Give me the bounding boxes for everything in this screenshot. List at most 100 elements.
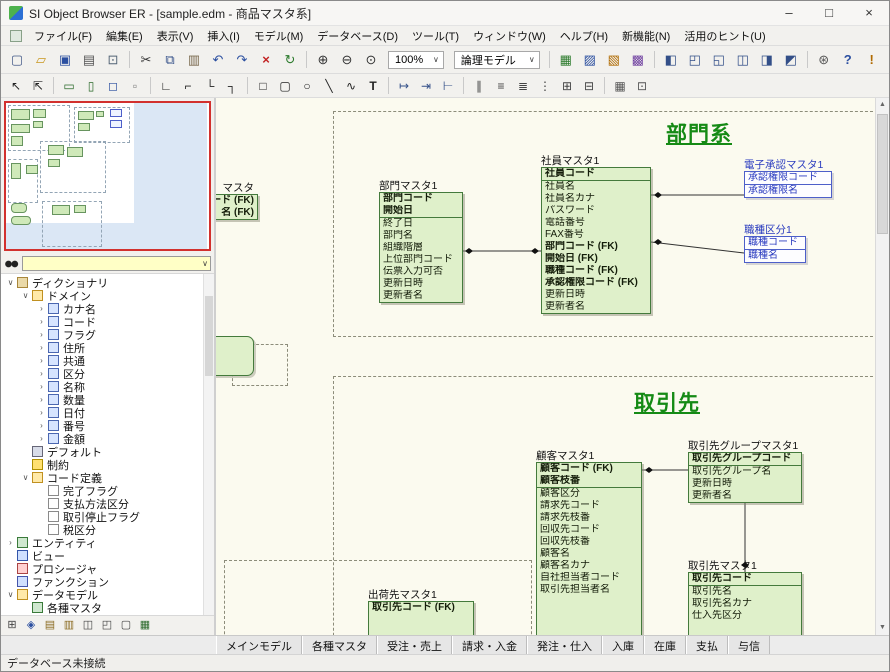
undo-icon[interactable]: ↶ [207, 49, 229, 71]
scroll-up-arrow[interactable]: ▲ [876, 98, 889, 112]
menu-item[interactable]: ウィンドウ(W) [466, 28, 553, 44]
dictionary-panel-icon[interactable]: ▤ [41, 617, 59, 634]
tile-windows-icon[interactable]: ◱ [708, 49, 730, 71]
identifying-relation-tool[interactable]: ⌐ [178, 76, 198, 96]
hint-icon[interactable]: ! [861, 49, 883, 71]
sheet-tab[interactable]: 受注・売上 [377, 636, 452, 654]
window-panel-icon[interactable]: ◰ [98, 617, 116, 634]
menu-item[interactable]: 挿入(I) [200, 28, 246, 44]
tree-item[interactable]: › 日付 [1, 406, 214, 419]
search-combobox[interactable]: ∨ [22, 256, 211, 271]
scroll-thumb[interactable] [877, 114, 888, 234]
diagram-canvas[interactable]: 部門系取引先 部門マスタ1 部門コード開始日終了日部門名組織階層上位部門コード伝… [216, 98, 875, 635]
document-icon[interactable]: ▢ [885, 49, 890, 71]
menu-item[interactable]: ヘルプ(H) [553, 28, 615, 44]
refresh-icon[interactable]: ↻ [279, 49, 301, 71]
copy-icon[interactable]: ⧉ [159, 49, 181, 71]
tree-expander-icon[interactable]: › [36, 330, 47, 339]
cardinality-icon[interactable]: ⊢ [438, 76, 458, 96]
sheet-tab[interactable]: 発注・仕入 [527, 636, 602, 654]
tree-expander-icon[interactable]: › [36, 356, 47, 365]
section-title[interactable]: 取引先 [634, 387, 700, 417]
pan-tool[interactable]: ⇱ [28, 76, 48, 96]
many-to-many-relation-tool[interactable]: ┐ [222, 76, 242, 96]
sheet-tab[interactable]: メインモデル [216, 636, 302, 654]
group-tool[interactable]: ▫ [125, 76, 145, 96]
model-panel-icon[interactable]: ◫ [79, 617, 97, 634]
tree-item[interactable]: › 番号 [1, 419, 214, 432]
overview-navigator[interactable] [4, 101, 211, 251]
tree-expander-icon[interactable]: › [36, 395, 47, 404]
tree-item[interactable]: › 住所 [1, 341, 214, 354]
logical-model-select[interactable]: 論理モデル ∨ [454, 51, 540, 69]
tree-expander-icon[interactable]: › [36, 408, 47, 417]
tree-expander-icon[interactable]: › [36, 382, 47, 391]
tree-item[interactable]: › 数量 [1, 393, 214, 406]
print-preview-icon[interactable]: ⊡ [102, 49, 124, 71]
delete-icon[interactable]: × [255, 49, 277, 71]
rounded-shape[interactable] [216, 336, 254, 376]
menu-item[interactable]: モデル(M) [247, 28, 311, 44]
menu-item[interactable]: 編集(E) [99, 28, 150, 44]
tree-expander-icon[interactable]: › [36, 434, 47, 443]
entity[interactable]: 社員マスタ1 社員コード社員名社員名カナパスワード電話番号FAX番号部門コード … [541, 156, 651, 314]
entity[interactable]: 顧客マスタ1 顧客コード (FK)顧客枝番顧客区分請求先コード請求先枝番回収先コ… [536, 451, 642, 635]
relation-matrix-icon[interactable]: ▩ [627, 49, 649, 71]
grid-icon[interactable]: ▦ [610, 76, 630, 96]
entity[interactable]: マスタ コード (FK)名 (FK) [216, 183, 258, 220]
distribute-vertical-icon[interactable]: ⋮ [535, 76, 555, 96]
polyline-tool[interactable]: ∿ [341, 76, 361, 96]
menu-item[interactable]: ファイル(F) [27, 28, 99, 44]
tree-item[interactable]: › 区分 [1, 367, 214, 380]
entity[interactable]: 出荷先マスタ1 取引先コード (FK) [368, 590, 474, 635]
align-top-icon[interactable]: ≡ [491, 76, 511, 96]
tree-item[interactable]: › コード [1, 315, 214, 328]
open-folder-icon[interactable]: ▱ [30, 49, 52, 71]
tree-item[interactable]: › 金額 [1, 432, 214, 445]
sheet-tab[interactable]: 各種マスタ [302, 636, 377, 654]
zoom-actual-icon[interactable]: ⊙ [360, 49, 382, 71]
tree-expander-icon[interactable]: › [5, 538, 16, 547]
folder-panel-icon[interactable]: ▥ [60, 617, 78, 634]
zoom-in-icon[interactable]: ⊕ [312, 49, 334, 71]
line-tool[interactable]: ╲ [319, 76, 339, 96]
view-tool[interactable]: ◻ [103, 76, 123, 96]
sheet-tab[interactable]: 請求・入金 [452, 636, 527, 654]
search-input[interactable] [23, 257, 200, 270]
distribute-horizontal-icon[interactable]: ≣ [513, 76, 533, 96]
help-icon[interactable]: ? [837, 49, 859, 71]
sheet-tab[interactable]: 入庫 [602, 636, 644, 654]
redo-icon[interactable]: ↷ [231, 49, 253, 71]
tree-item[interactable]: ∨ ディクショナリ [1, 276, 214, 289]
close-button[interactable]: × [849, 1, 889, 25]
tree-item[interactable]: › 共通 [1, 354, 214, 367]
menu-item[interactable]: 新機能(N) [615, 28, 677, 44]
select-tool[interactable]: ↖ [6, 76, 26, 96]
one-to-many-icon[interactable]: ↦ [394, 76, 414, 96]
tree-item[interactable]: › 名称 [1, 380, 214, 393]
non-identifying-relation-tool[interactable]: └ [200, 76, 220, 96]
options-icon[interactable]: ⊛ [813, 49, 835, 71]
entity[interactable]: 取引先グループマスタ1 取引先グループコード取引先グループ名更新日時更新者名 [688, 441, 802, 503]
tree-expander-icon[interactable]: › [36, 343, 47, 352]
menu-item[interactable]: 表示(V) [150, 28, 201, 44]
save-icon[interactable]: ▣ [54, 49, 76, 71]
dictionary-icon[interactable]: ▧ [603, 49, 625, 71]
dependent-entity-tool[interactable]: ▯ [81, 76, 101, 96]
same-width-icon[interactable]: ⊞ [557, 76, 577, 96]
relation-list-icon[interactable]: ◈ [22, 617, 40, 634]
tree-expander-icon[interactable]: ∨ [20, 473, 31, 482]
table-panel-icon[interactable]: ▦ [136, 617, 154, 634]
grid-layout-icon[interactable]: ⊞ [3, 617, 21, 634]
navigator-icon[interactable]: ◩ [780, 49, 802, 71]
zoom-select[interactable]: 100% ∨ [388, 51, 444, 69]
tree-item[interactable]: ∨ ドメイン [1, 289, 214, 302]
tree-item[interactable]: ∨ データモデル [1, 588, 214, 601]
scroll-down-arrow[interactable]: ▼ [876, 621, 889, 635]
relation-tool[interactable]: ∟ [156, 76, 176, 96]
minimize-button[interactable]: – [769, 1, 809, 25]
tree-item[interactable]: › カナ名 [1, 302, 214, 315]
cut-icon[interactable]: ✂ [135, 49, 157, 71]
tree-scroll-thumb[interactable] [205, 296, 213, 376]
domain-browser-icon[interactable]: ▨ [579, 49, 601, 71]
